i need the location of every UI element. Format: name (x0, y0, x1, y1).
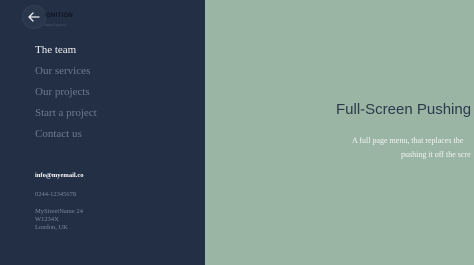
nav-item-our-services[interactable]: Our services (35, 64, 97, 85)
address-line-city: London, UK (35, 224, 68, 231)
contact-phone[interactable]: 0244-12345678 (35, 191, 83, 199)
page: IGNITION digital agency The team Our ser… (0, 0, 474, 265)
fullscreen-menu-panel: IGNITION digital agency The team Our ser… (0, 0, 205, 265)
contact-email[interactable]: info@myemail.co (35, 172, 83, 180)
back-button[interactable] (23, 6, 45, 28)
address-line-postcode: W1234X (35, 216, 59, 223)
nav-item-contact-us[interactable]: Contact us (35, 127, 97, 148)
nav-item-our-projects[interactable]: Our projects (35, 85, 97, 106)
page-title: Full-Screen Pushing (336, 101, 472, 118)
page-description-line-1: A full page menu, that replaces the (352, 136, 464, 145)
logo-text: IGNITION (44, 13, 74, 19)
nav-item-start-a-project[interactable]: Start a project (35, 106, 97, 127)
logo-tagline: digital agency (44, 22, 67, 27)
page-description-line-2: pushing it off the scre (401, 150, 471, 159)
address-line-street: MyStreetName 24 (35, 208, 83, 215)
contact-address: MyStreetName 24 W1234X London, UK (35, 208, 83, 232)
contact-info: info@myemail.co 0244-12345678 MyStreetNa… (35, 172, 83, 232)
menu-nav: The team Our services Our projects Start… (35, 43, 97, 148)
arrow-left-icon (28, 12, 40, 22)
logo[interactable]: IGNITION digital agency (44, 10, 84, 32)
nav-item-the-team[interactable]: The team (35, 43, 97, 64)
